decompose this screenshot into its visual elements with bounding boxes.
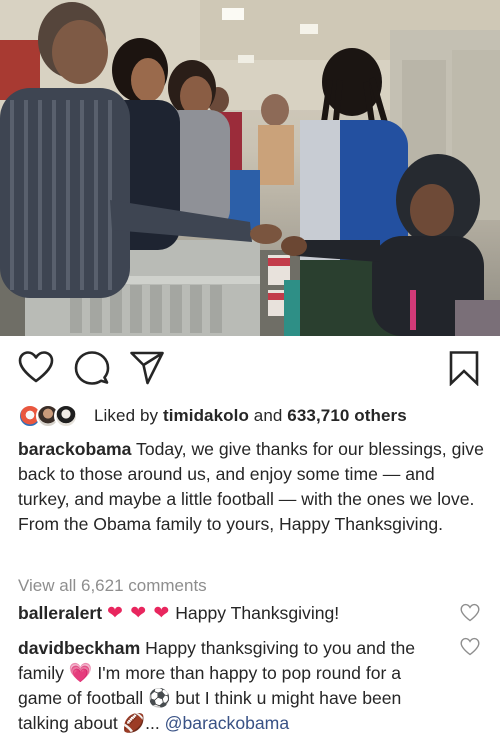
american-football-emoji: 🏈 [122,713,146,734]
comment-like-heart-icon[interactable] [460,637,480,657]
likes-count[interactable]: 633,710 others [287,406,407,425]
comment-item: balleralert ❤ ❤ ❤ Happy Thanksgiving! [18,601,448,626]
liker-avatars [18,404,78,428]
comment-item: davidbeckham Happy thanksgiving to you a… [18,636,448,736]
view-all-comments-link[interactable]: View all 6,621 comments [18,576,207,596]
mention-link[interactable]: @barackobama [165,713,289,733]
comment-username[interactable]: davidbeckham [18,638,140,658]
post-action-bar [0,336,500,400]
ellipsis: ... [145,713,160,733]
caption-username[interactable]: barackobama [18,439,131,459]
volunteer-photo-illustration [0,0,500,336]
likes-prefix: Liked by [94,406,159,425]
comment-text: Happy Thanksgiving! [175,603,340,623]
heart-outline-icon[interactable] [18,350,54,386]
post-photo[interactable] [0,0,500,336]
comment-bubble-icon[interactable] [74,350,110,386]
liker-username[interactable]: timidakolo [163,406,249,425]
heart-emoji: ❤ ❤ ❤ [107,603,171,624]
bookmark-icon[interactable] [446,350,482,386]
likes-row[interactable]: Liked by timidakolo and 633,710 others [18,402,407,430]
soccer-ball-emoji: ⚽ [148,688,171,709]
likes-summary: Liked by timidakolo and 633,710 others [94,406,407,426]
comment-username[interactable]: balleralert [18,603,102,623]
pink-heart-emoji: 💗 [68,663,93,684]
likes-joiner: and [253,406,283,425]
post-caption: barackobama Today, we give thanks for ou… [18,437,484,537]
avatar [54,404,78,428]
paper-plane-icon[interactable] [129,350,165,386]
comment-like-heart-icon[interactable] [460,603,480,623]
